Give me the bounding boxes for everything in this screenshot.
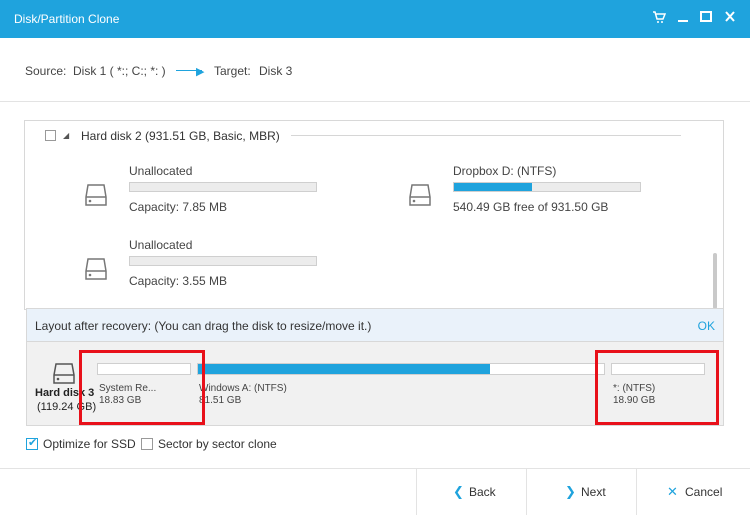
sector-clone-option[interactable]: Sector by sector clone <box>141 436 301 452</box>
layout-partition-windows[interactable]: Windows A: (NTFS) 81.51 GB <box>197 363 605 413</box>
sector-clone-label: Sector by sector clone <box>158 437 277 451</box>
hard-drive-icon <box>85 255 107 286</box>
window-title: Disk/Partition Clone <box>14 12 120 26</box>
partition-name: Dropbox D: (NTFS) <box>453 164 557 178</box>
minimize-icon[interactable] <box>677 10 695 28</box>
partition-item[interactable]: Dropbox D: (NTFS) 540.49 GB free of 931.… <box>453 164 653 214</box>
source-value: Disk 1 ( *:; C:; *: ) <box>73 64 166 78</box>
title-bar: Disk/Partition Clone <box>0 0 750 38</box>
partition-item[interactable]: Unallocated Capacity: 7.85 MB <box>129 164 329 214</box>
hard-drive-icon <box>85 181 107 212</box>
partition-usage-bar <box>453 182 641 192</box>
source-target-bar: Source: Disk 1 ( *:; C:; *: ) ▶ Target: … <box>0 38 750 102</box>
layout-instruction: Layout after recovery: (You can drag the… <box>35 319 372 333</box>
maximize-icon[interactable] <box>700 10 718 28</box>
highlight-box <box>595 350 719 425</box>
collapse-triangle-icon[interactable]: ◢ <box>63 131 69 140</box>
disk-header: Hard disk 2 (931.51 GB, Basic, MBR) <box>81 129 280 143</box>
chevron-left-icon: ❮ <box>453 484 464 499</box>
layout-partition-bar[interactable] <box>197 363 605 375</box>
disk-checkbox[interactable] <box>45 130 56 141</box>
partition-name: Unallocated <box>129 238 193 252</box>
target-value: Disk 3 <box>259 64 293 78</box>
close-icon[interactable] <box>724 10 742 28</box>
cancel-button[interactable]: ✕ Cancel <box>636 469 750 515</box>
optimize-ssd-label: Optimize for SSD <box>43 437 136 451</box>
divider <box>291 135 681 136</box>
close-icon: ✕ <box>667 484 678 499</box>
partition-usage-bar <box>129 182 317 192</box>
scrollbar[interactable] <box>713 121 717 309</box>
partition-capacity: Capacity: 3.55 MB <box>129 274 228 288</box>
partition-capacity: 540.49 GB free of 931.50 GB <box>453 200 609 214</box>
hard-drive-icon <box>409 181 431 212</box>
partition-item[interactable]: Unallocated Capacity: 3.55 MB <box>129 238 329 288</box>
optimize-ssd-option[interactable]: ✔ Optimize for SSD <box>26 436 156 452</box>
cart-icon[interactable] <box>652 10 670 28</box>
back-button[interactable]: ❮ Back <box>416 469 526 515</box>
layout-partition-name: Windows A: (NTFS) <box>199 383 287 394</box>
footer: ❮ Back ❯ Next ✕ Cancel <box>0 468 750 515</box>
layout-panel: Layout after recovery: (You can drag the… <box>26 308 724 426</box>
next-button[interactable]: ❯ Next <box>526 469 636 515</box>
target-label: Target: <box>214 64 251 78</box>
arrow-head-icon: ▶ <box>196 66 205 78</box>
source-label: Source: <box>25 64 67 78</box>
optimize-ssd-checkbox[interactable]: ✔ <box>26 437 38 450</box>
highlight-box <box>79 350 205 425</box>
layout-partition-size: 81.51 GB <box>199 395 242 406</box>
chevron-right-icon: ❯ <box>565 484 576 499</box>
layout-header: Layout after recovery: (You can drag the… <box>27 309 723 342</box>
partition-capacity: Capacity: 7.85 MB <box>129 200 228 214</box>
sector-clone-checkbox[interactable] <box>141 438 153 450</box>
scrollbar-thumb[interactable] <box>713 253 717 309</box>
partition-name: Unallocated <box>129 164 193 178</box>
partition-usage-bar <box>129 256 317 266</box>
ok-link[interactable]: OK <box>698 319 715 333</box>
disk-list-panel: ◢ Hard disk 2 (931.51 GB, Basic, MBR) Un… <box>24 120 724 310</box>
hard-drive-icon <box>53 361 75 390</box>
